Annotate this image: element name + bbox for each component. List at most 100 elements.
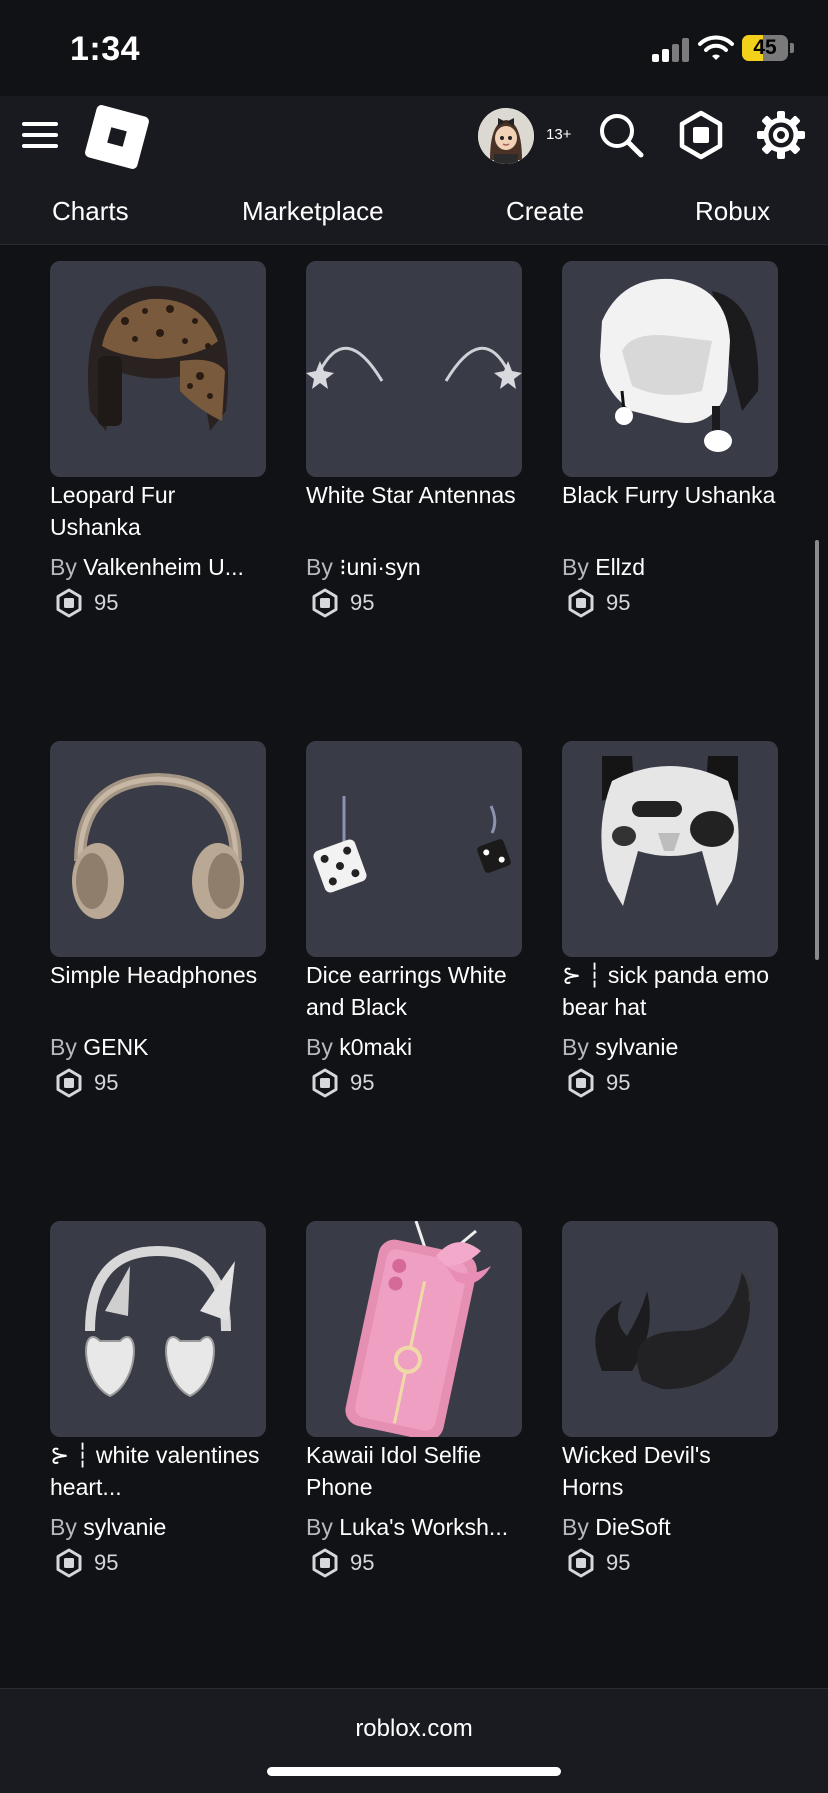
item-card[interactable]: Kawaii Idol Selfie Phone By Luka's Works… — [306, 1221, 522, 1581]
item-name[interactable]: Dice earrings White and Black — [306, 959, 522, 1023]
item-creator[interactable]: By k0maki — [306, 1031, 522, 1063]
creator-name[interactable]: Ellzd — [595, 554, 645, 580]
by-label: By — [306, 1514, 333, 1540]
by-label: By — [306, 554, 333, 580]
avatar[interactable] — [478, 108, 534, 164]
price-value: 95 — [350, 590, 375, 615]
by-label: By — [50, 1034, 77, 1060]
item-name[interactable]: ⊱ ┆ sick panda emo bear hat — [562, 959, 778, 1023]
item-creator[interactable]: By GENK — [50, 1031, 266, 1063]
item-price: 95 — [562, 1545, 778, 1581]
by-label: By — [562, 1514, 589, 1540]
wifi-icon — [698, 35, 734, 60]
item-card[interactable]: Dice earrings White and Black By k0maki … — [306, 741, 522, 1101]
item-price: 95 — [562, 1065, 778, 1101]
creator-name[interactable]: sylvanie — [595, 1034, 678, 1060]
by-label: By — [50, 1514, 77, 1540]
item-thumbnail[interactable] — [306, 741, 522, 957]
nav-charts[interactable]: Charts — [52, 196, 129, 227]
item-name[interactable]: White Star Antennas — [306, 479, 522, 543]
item-price: 95 — [50, 1545, 266, 1581]
battery-icon: 45 — [742, 35, 788, 61]
item-name[interactable]: Black Furry Ushanka — [562, 479, 778, 543]
top-nav-header: 13+ Charts Marketplace Create Robux — [0, 96, 828, 245]
price-value: 95 — [94, 1070, 119, 1095]
home-indicator[interactable] — [267, 1767, 561, 1776]
robux-icon — [312, 1068, 338, 1098]
item-card[interactable]: ⊱ ┆ white valentines heart... By sylvani… — [50, 1221, 266, 1581]
item-creator[interactable]: By sylvanie — [50, 1511, 266, 1543]
status-bar: 1:34 45 — [0, 0, 828, 96]
battery-percent: 45 — [753, 36, 777, 59]
gear-icon[interactable] — [756, 110, 806, 160]
robux-icon — [56, 588, 82, 618]
item-price: 95 — [562, 585, 778, 621]
item-creator[interactable]: By Valkenheim U... — [50, 551, 266, 583]
item-card[interactable]: Wicked Devil's Horns By DieSoft 95 — [562, 1221, 778, 1581]
price-value: 95 — [606, 1070, 631, 1095]
robux-icon — [568, 1068, 594, 1098]
item-thumbnail[interactable] — [50, 261, 266, 477]
item-name[interactable]: Simple Headphones — [50, 959, 266, 1023]
item-card[interactable]: White Star Antennas By ⁝uni·syn 95 — [306, 261, 522, 621]
creator-name[interactable]: GENK — [83, 1034, 148, 1060]
item-thumbnail[interactable] — [306, 261, 522, 477]
item-thumbnail[interactable] — [50, 1221, 266, 1437]
price-value: 95 — [350, 1550, 375, 1575]
robux-icon[interactable] — [676, 110, 726, 160]
url-domain[interactable]: roblox.com — [0, 1715, 828, 1743]
roblox-logo-icon[interactable] — [83, 103, 151, 171]
status-time: 1:34 — [70, 30, 141, 68]
price-value: 95 — [606, 1550, 631, 1575]
price-value: 95 — [94, 590, 119, 615]
by-label: By — [562, 1034, 589, 1060]
by-label: By — [306, 1034, 333, 1060]
robux-icon — [56, 1068, 82, 1098]
price-value: 95 — [94, 1550, 119, 1575]
item-thumbnail[interactable] — [562, 1221, 778, 1437]
cellular-signal-icon — [652, 38, 692, 62]
nav-robux[interactable]: Robux — [695, 196, 770, 227]
item-creator[interactable]: By ⁝uni·syn — [306, 551, 522, 583]
item-thumbnail[interactable] — [562, 261, 778, 477]
nav-create[interactable]: Create — [506, 196, 584, 227]
item-price: 95 — [306, 585, 522, 621]
item-name[interactable]: ⊱ ┆ white valentines heart... — [50, 1439, 266, 1503]
robux-icon — [568, 1548, 594, 1578]
item-name[interactable]: Wicked Devil's Horns — [562, 1439, 778, 1503]
item-card[interactable]: Simple Headphones By GENK 95 — [50, 741, 266, 1101]
search-icon[interactable] — [596, 110, 646, 160]
creator-name[interactable]: Valkenheim U... — [83, 554, 244, 580]
item-creator[interactable]: By Luka's Worksh... — [306, 1511, 522, 1543]
item-creator[interactable]: By Ellzd — [562, 551, 778, 583]
creator-name[interactable]: DieSoft — [595, 1514, 670, 1540]
creator-name[interactable]: sylvanie — [83, 1514, 166, 1540]
item-thumbnail[interactable] — [50, 741, 266, 957]
robux-icon — [568, 588, 594, 618]
item-thumbnail[interactable] — [306, 1221, 522, 1437]
robux-icon — [312, 1548, 338, 1578]
item-name[interactable]: Leopard Fur Ushanka — [50, 479, 266, 543]
creator-name[interactable]: k0maki — [339, 1034, 412, 1060]
creator-name[interactable]: Luka's Worksh... — [339, 1514, 508, 1540]
nav-marketplace[interactable]: Marketplace — [242, 196, 384, 227]
robux-icon — [312, 588, 338, 618]
browser-bottom-bar: roblox.com — [0, 1688, 828, 1793]
item-price: 95 — [306, 1065, 522, 1101]
scrollbar[interactable] — [815, 540, 819, 960]
item-card[interactable]: Leopard Fur Ushanka By Valkenheim U... 9… — [50, 261, 266, 621]
item-card[interactable]: Black Furry Ushanka By Ellzd 95 — [562, 261, 778, 621]
item-card[interactable]: ⊱ ┆ sick panda emo bear hat By sylvanie … — [562, 741, 778, 1101]
by-label: By — [562, 554, 589, 580]
item-price: 95 — [50, 1065, 266, 1101]
item-thumbnail[interactable] — [562, 741, 778, 957]
creator-name[interactable]: ⁝uni·syn — [339, 554, 420, 580]
item-price: 95 — [50, 585, 266, 621]
item-name[interactable]: Kawaii Idol Selfie Phone — [306, 1439, 522, 1503]
battery-tip — [790, 43, 794, 53]
by-label: By — [50, 554, 77, 580]
item-creator[interactable]: By DieSoft — [562, 1511, 778, 1543]
robux-icon — [56, 1548, 82, 1578]
item-creator[interactable]: By sylvanie — [562, 1031, 778, 1063]
hamburger-menu-button[interactable] — [22, 120, 58, 150]
